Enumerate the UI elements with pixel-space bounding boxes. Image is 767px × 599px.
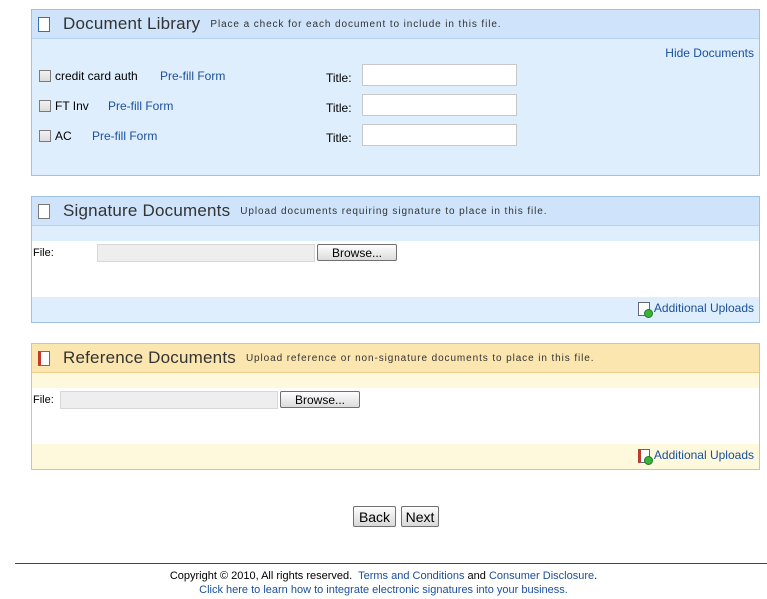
document-icon <box>38 16 50 32</box>
panel-title: Reference Documents <box>63 348 236 367</box>
reference-documents-panel: Reference Documents Upload reference or … <box>31 343 760 470</box>
period-text: . <box>594 570 598 582</box>
document-library-panel: Document Library Place a check for each … <box>31 9 760 176</box>
hide-documents-link[interactable]: Hide Documents <box>665 46 754 60</box>
prefill-form-link[interactable]: Pre-fill Form <box>108 99 173 113</box>
footer-divider <box>15 563 767 564</box>
title-label: Title: <box>326 101 352 115</box>
doc-checkbox[interactable] <box>39 100 51 112</box>
reference-book-icon <box>38 350 50 366</box>
next-button[interactable]: Next <box>401 506 439 527</box>
and-text: and <box>467 570 486 582</box>
learn-more-link[interactable]: Click here to learn how to integrate ele… <box>199 584 568 596</box>
browse-button[interactable]: Browse... <box>317 244 397 261</box>
file-label: File: <box>33 247 54 259</box>
doc-name: credit card auth <box>55 69 138 83</box>
signature-documents-panel: Signature Documents Upload documents req… <box>31 196 760 323</box>
panel-title: Signature Documents <box>63 201 231 220</box>
additional-uploads-link[interactable]: Additional Uploads <box>637 448 754 465</box>
panel-subtitle: Upload documents requiring signature to … <box>240 205 548 217</box>
panel-title: Document Library <box>63 14 201 33</box>
additional-uploads-label: Additional Uploads <box>653 448 754 462</box>
back-button[interactable]: Back <box>353 506 396 527</box>
signature-documents-header: Signature Documents Upload documents req… <box>32 197 759 226</box>
title-label: Title: <box>326 131 352 145</box>
doc-row-ac: AC <box>39 129 72 143</box>
doc-row-credit-card-auth: credit card auth <box>39 69 138 83</box>
footer-line-2: Click here to learn how to integrate ele… <box>0 584 767 596</box>
additional-uploads-link[interactable]: Additional Uploads <box>637 301 754 318</box>
additional-uploads-label: Additional Uploads <box>653 301 754 315</box>
document-library-header: Document Library Place a check for each … <box>32 10 759 39</box>
file-path-input[interactable] <box>97 244 315 262</box>
reference-documents-header: Reference Documents Upload reference or … <box>32 344 759 373</box>
footer-line-1: Copyright © 2010, All rights reserved. T… <box>0 570 767 582</box>
consumer-disclosure-link[interactable]: Consumer Disclosure <box>489 570 594 582</box>
title-input[interactable] <box>362 94 517 116</box>
panel-subtitle: Upload reference or non-signature docume… <box>245 352 595 364</box>
terms-link[interactable]: Terms and Conditions <box>358 570 464 582</box>
doc-name: FT Inv <box>55 99 89 113</box>
prefill-form-link[interactable]: Pre-fill Form <box>160 69 225 83</box>
copyright-text: Copyright © 2010, All rights reserved. <box>169 570 353 582</box>
title-input[interactable] <box>362 64 517 86</box>
file-path-input[interactable] <box>60 391 278 409</box>
file-label: File: <box>33 394 54 406</box>
doc-row-ft-inv: FT Inv <box>39 99 89 113</box>
document-icon <box>38 203 50 219</box>
doc-name: AC <box>55 129 72 143</box>
browse-button[interactable]: Browse... <box>280 391 360 408</box>
doc-checkbox[interactable] <box>39 70 51 82</box>
panel-subtitle: Place a check for each document to inclu… <box>210 18 502 30</box>
prefill-form-link[interactable]: Pre-fill Form <box>92 129 157 143</box>
title-label: Title: <box>326 71 352 85</box>
doc-checkbox[interactable] <box>39 130 51 142</box>
add-upload-icon <box>637 301 653 318</box>
title-input[interactable] <box>362 124 517 146</box>
add-upload-icon <box>637 448 653 465</box>
